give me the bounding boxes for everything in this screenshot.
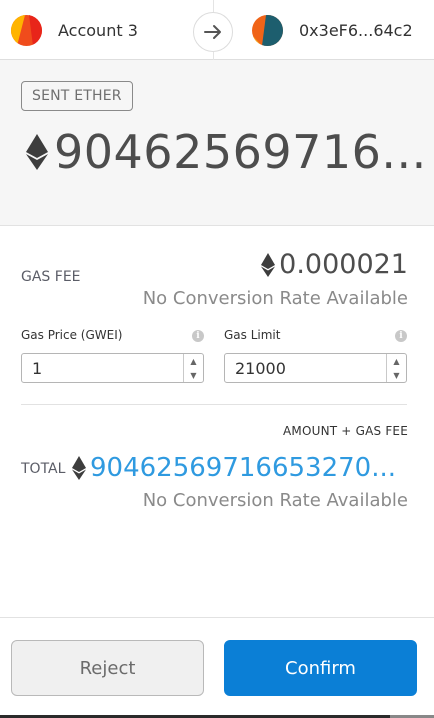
total-amount-value: 90462569716653270... [90,453,397,483]
transaction-details: GAS FEE 0.000021 No Conversion Rate Avai… [0,227,434,617]
arrow-right-icon [193,12,233,52]
details-divider [21,404,407,405]
gas-limit-label: Gas Limit [224,328,281,342]
gas-price-input[interactable] [22,354,183,382]
increment-icon[interactable]: ▲ [387,354,406,368]
recipient-address: 0x3eF6...64c2 [299,20,413,40]
action-footer: Reject Confirm [0,617,434,718]
decrement-icon[interactable]: ▼ [387,368,406,382]
confirm-header: Account 3 0x3eF6...64c2 [0,0,434,60]
header-divider [213,0,214,12]
gas-price-label: Gas Price (GWEI) [21,328,123,342]
ethereum-icon [26,134,48,170]
ethereum-icon [261,252,276,277]
gas-fee-amount: 0.000021 [261,249,408,280]
recipient-account[interactable]: 0x3eF6...64c2 [252,0,413,60]
decrement-icon[interactable]: ▼ [184,368,203,382]
total-label: TOTAL [21,461,66,477]
header-divider [213,52,214,60]
sender-account[interactable]: Account 3 [11,0,138,60]
gas-fee-label: GAS FEE [21,269,81,285]
info-icon[interactable]: i [395,330,407,342]
total-caption: AMOUNT + GAS FEE [283,424,408,438]
total-conversion: No Conversion Rate Available [142,490,408,511]
gas-limit-input[interactable] [225,354,386,382]
gas-limit-spinner: ▲ ▼ [386,354,406,382]
total-amount: 90462569716653270... [72,453,396,483]
increment-icon[interactable]: ▲ [184,354,203,368]
sender-avatar [11,14,42,46]
confirm-button[interactable]: Confirm [224,640,417,696]
gas-limit-stepper: ▲ ▼ [224,353,407,383]
sender-account-name: Account 3 [58,20,138,40]
gas-price-stepper: ▲ ▼ [21,353,204,383]
sent-amount: 90462569716... [26,122,427,182]
info-icon[interactable]: i [192,330,204,342]
gas-fee-value: 0.000021 [279,249,408,280]
recipient-avatar [252,14,283,46]
ethereum-icon [72,456,86,480]
sent-amount-value: 90462569716... [54,125,427,179]
transaction-type-tag: SENT ETHER [21,81,133,111]
transaction-summary: SENT ETHER 90462569716... [0,60,434,226]
reject-button[interactable]: Reject [11,640,204,696]
gas-price-spinner: ▲ ▼ [183,354,203,382]
gas-fee-conversion: No Conversion Rate Available [142,288,408,309]
